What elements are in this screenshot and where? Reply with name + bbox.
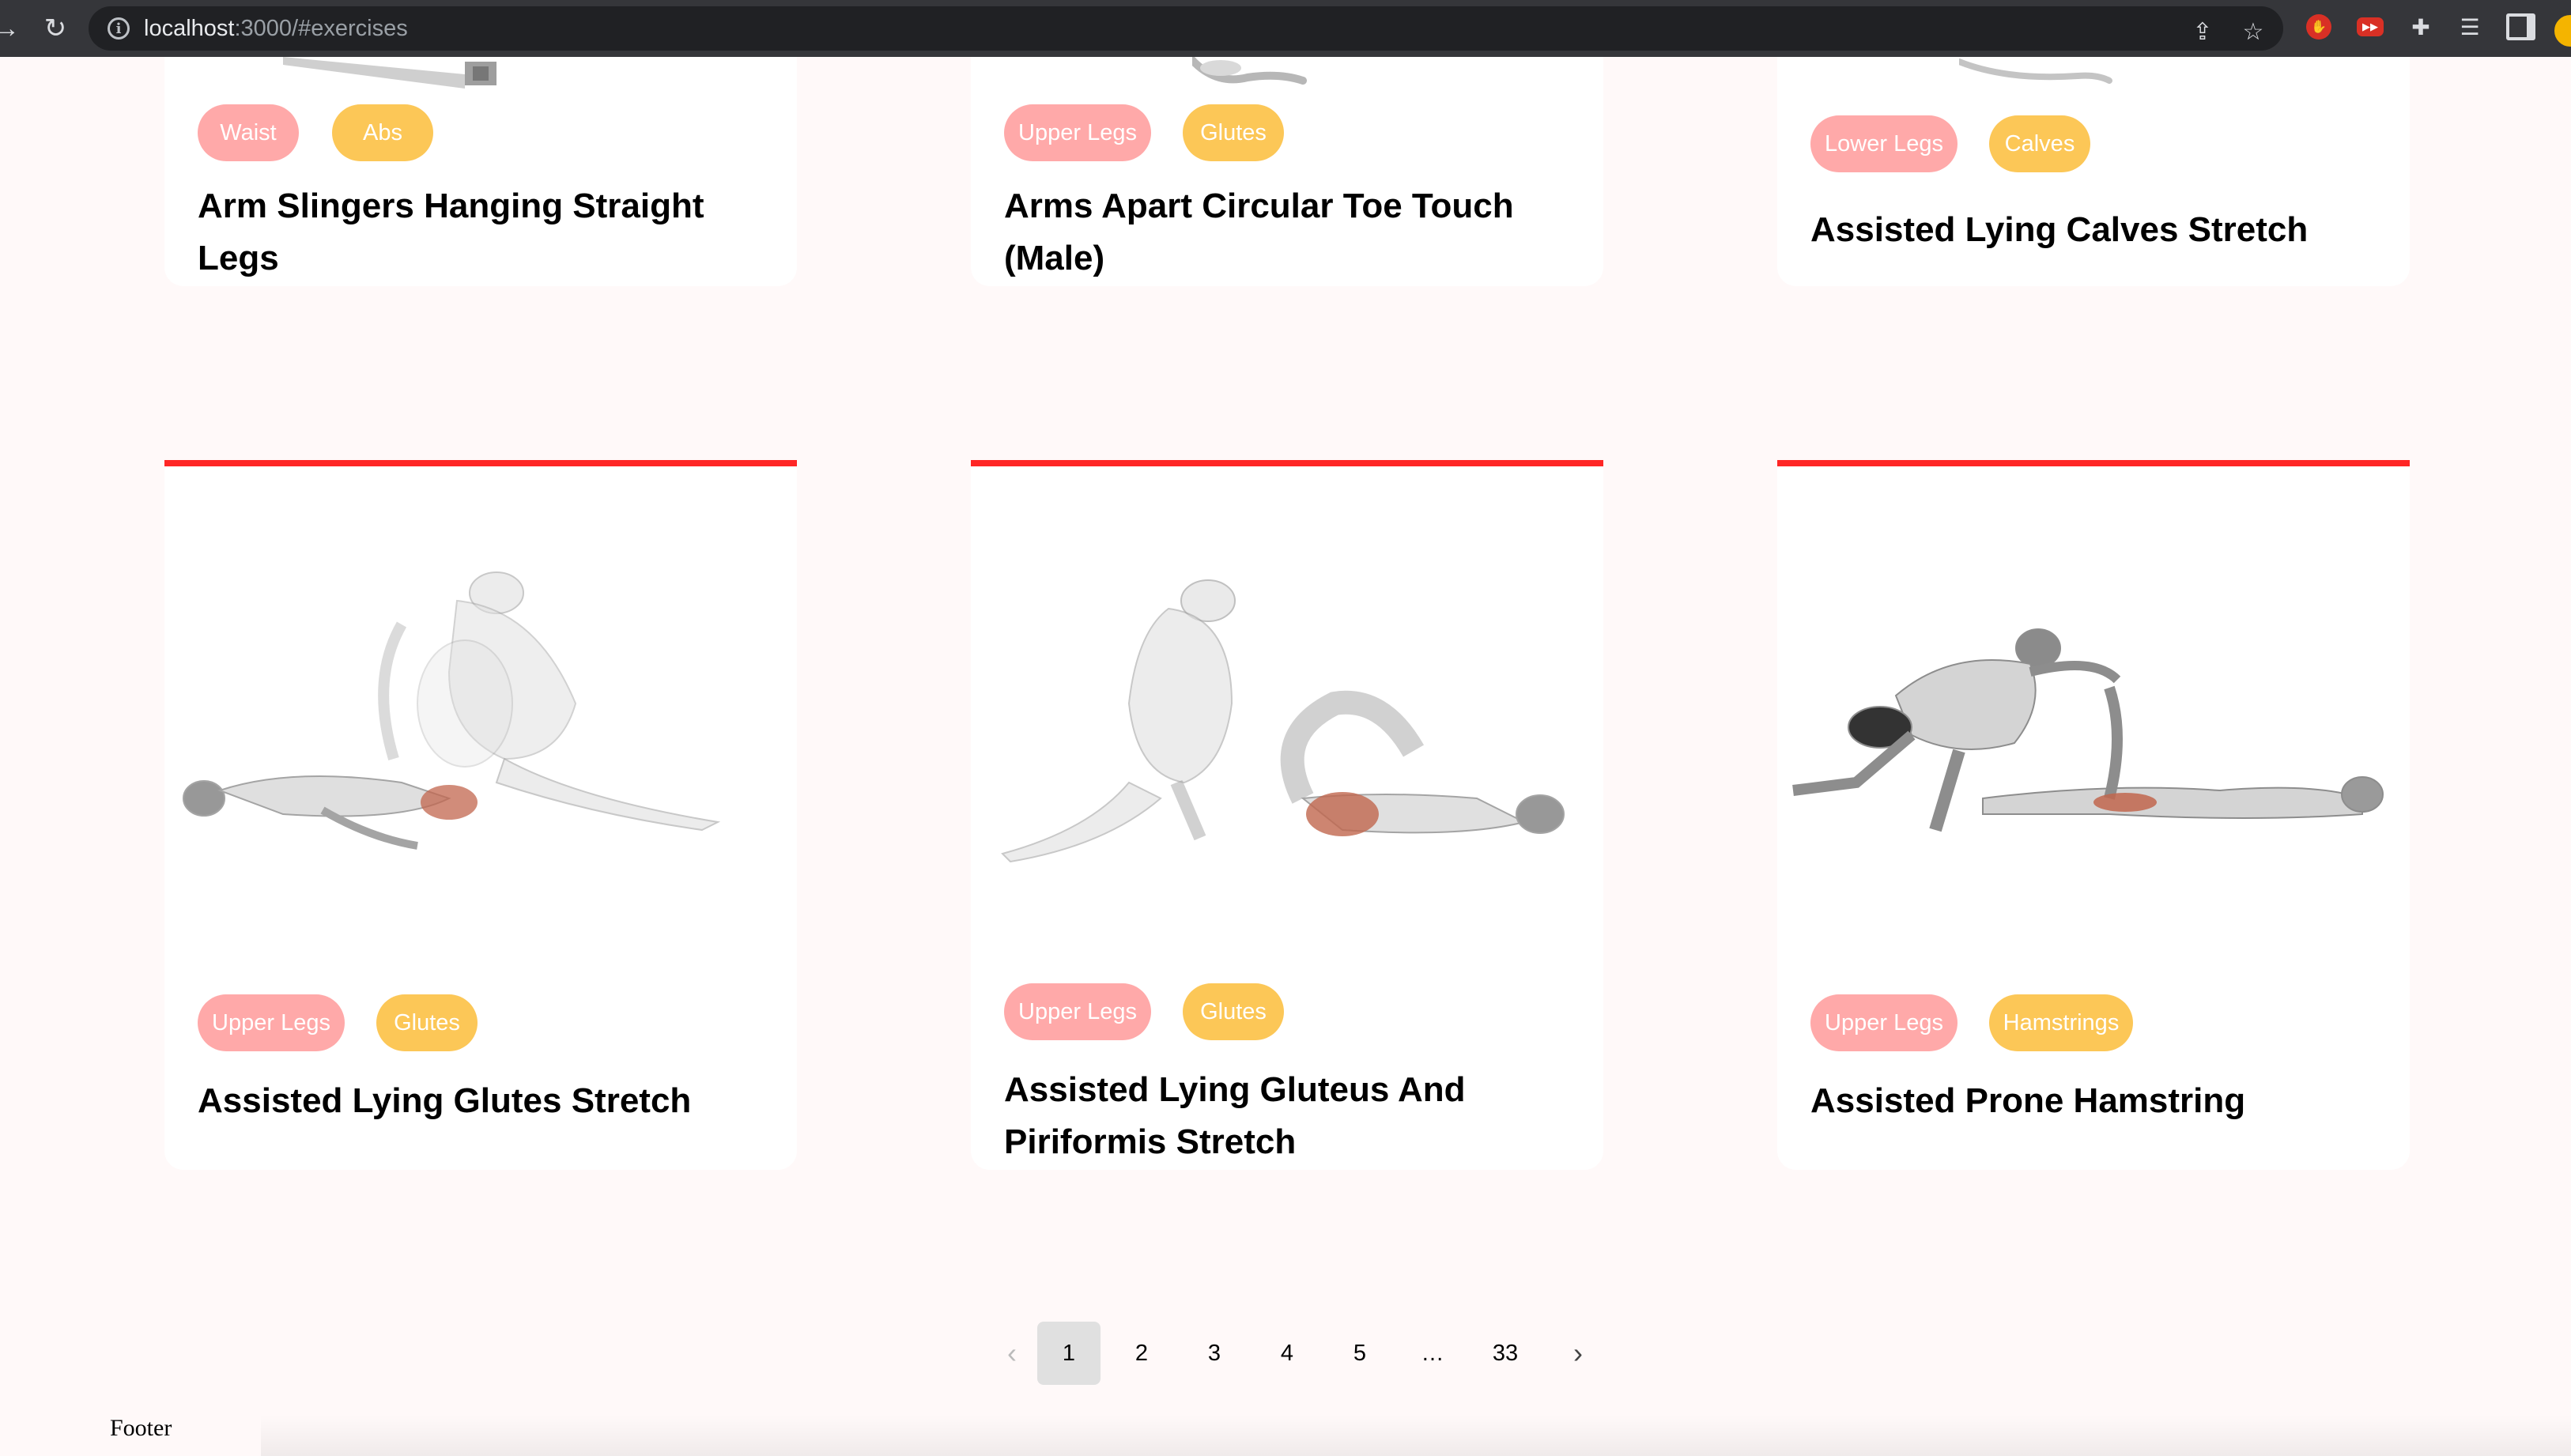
page-button[interactable]: 4 bbox=[1255, 1322, 1319, 1385]
target-muscle-badge[interactable]: Hamstrings bbox=[1989, 994, 2133, 1051]
extensions-puzzle-icon[interactable]: ✚ bbox=[2405, 11, 2437, 43]
target-muscle-badge[interactable]: Glutes bbox=[1183, 983, 1284, 1040]
bookmark-star-icon[interactable]: ☆ bbox=[2237, 16, 2269, 47]
target-muscle-badge[interactable]: Glutes bbox=[1183, 104, 1284, 161]
chevron-right-icon[interactable]: › bbox=[1546, 1322, 1610, 1385]
exercise-card[interactable]: Waist Abs Arm Slingers Hanging Straight … bbox=[164, 57, 797, 286]
page-ellipsis: … bbox=[1421, 1340, 1444, 1366]
exercise-name: Arms Apart Circular Toe Touch (Male) bbox=[1004, 187, 1514, 277]
body-part-badge[interactable]: Upper Legs bbox=[1810, 994, 1958, 1051]
exercise-image bbox=[1001, 579, 1565, 863]
page-button[interactable]: 3 bbox=[1183, 1322, 1246, 1385]
exercise-image bbox=[283, 57, 496, 89]
forward-icon[interactable]: → bbox=[0, 11, 24, 46]
exercise-card[interactable]: Upper Legs Glutes Arms Apart Circular To… bbox=[971, 57, 1603, 286]
target-muscle-badge[interactable]: Abs bbox=[332, 104, 433, 161]
target-muscle-badge[interactable]: Glutes bbox=[376, 994, 478, 1051]
exercise-image bbox=[183, 571, 721, 850]
exercise-card[interactable]: Lower Legs Calves Assisted Lying Calves … bbox=[1777, 57, 2410, 286]
url-host: localhost bbox=[144, 16, 235, 41]
profile-avatar[interactable] bbox=[2552, 13, 2571, 49]
target-muscle-badge[interactable]: Calves bbox=[1989, 115, 2090, 172]
exercise-name: Assisted Lying Calves Stretch bbox=[1810, 210, 2309, 249]
body-part-badge[interactable]: Lower Legs bbox=[1810, 115, 1958, 172]
url-path: :3000/#exercises bbox=[234, 16, 408, 41]
exercise-card[interactable]: Upper Legs Glutes Assisted Lying Glutes … bbox=[164, 460, 797, 1170]
body-part-badge[interactable]: Waist bbox=[198, 104, 299, 161]
side-panel-icon[interactable] bbox=[2505, 11, 2536, 43]
address-bar[interactable]: i localhost:3000/#exercises ⇪ ☆ bbox=[89, 6, 2283, 51]
reading-list-icon[interactable]: ☰ bbox=[2454, 11, 2486, 43]
site-info-icon[interactable]: i bbox=[108, 17, 130, 40]
body-part-badge[interactable]: Upper Legs bbox=[198, 994, 345, 1051]
exercise-card[interactable]: Upper Legs Glutes Assisted Lying Gluteus… bbox=[971, 460, 1603, 1170]
exercise-name: Arm Slingers Hanging Straight Legs bbox=[198, 187, 704, 277]
exercise-name: Assisted Lying Gluteus And Piriformis St… bbox=[1004, 1070, 1466, 1161]
exercise-image bbox=[1792, 628, 2384, 832]
chevron-left-icon[interactable]: ‹ bbox=[980, 1322, 1044, 1385]
youtube-extension-icon[interactable]: ▶▶ bbox=[2354, 11, 2386, 43]
footer: Footer bbox=[110, 1415, 172, 1441]
page-button[interactable]: 5 bbox=[1328, 1322, 1391, 1385]
exercise-name: Assisted Prone Hamstring bbox=[1810, 1081, 2246, 1120]
page-button[interactable]: 2 bbox=[1110, 1322, 1173, 1385]
url-text[interactable]: localhost:3000/#exercises bbox=[144, 16, 408, 42]
page-button-current[interactable]: 1 bbox=[1037, 1322, 1101, 1385]
body-part-badge[interactable]: Upper Legs bbox=[1004, 104, 1151, 161]
exercise-image bbox=[1959, 58, 2112, 84]
body-part-badge[interactable]: Upper Legs bbox=[1004, 983, 1151, 1040]
reload-icon[interactable]: ↻ bbox=[38, 11, 73, 46]
exercise-name: Assisted Lying Glutes Stretch bbox=[198, 1081, 692, 1120]
page-button-last[interactable]: 33 bbox=[1474, 1322, 1537, 1385]
adblock-extension-icon[interactable]: ✋ bbox=[2303, 11, 2335, 43]
footer-shadow bbox=[261, 1415, 2571, 1456]
exercise-image bbox=[1192, 57, 1307, 85]
browser-toolbar: → ↻ i localhost:3000/#exercises ⇪ ☆ ✋ ▶▶… bbox=[0, 0, 2571, 57]
share-icon[interactable]: ⇪ bbox=[2187, 16, 2218, 47]
exercise-card[interactable]: Upper Legs Hamstrings Assisted Prone Ham… bbox=[1777, 460, 2410, 1170]
